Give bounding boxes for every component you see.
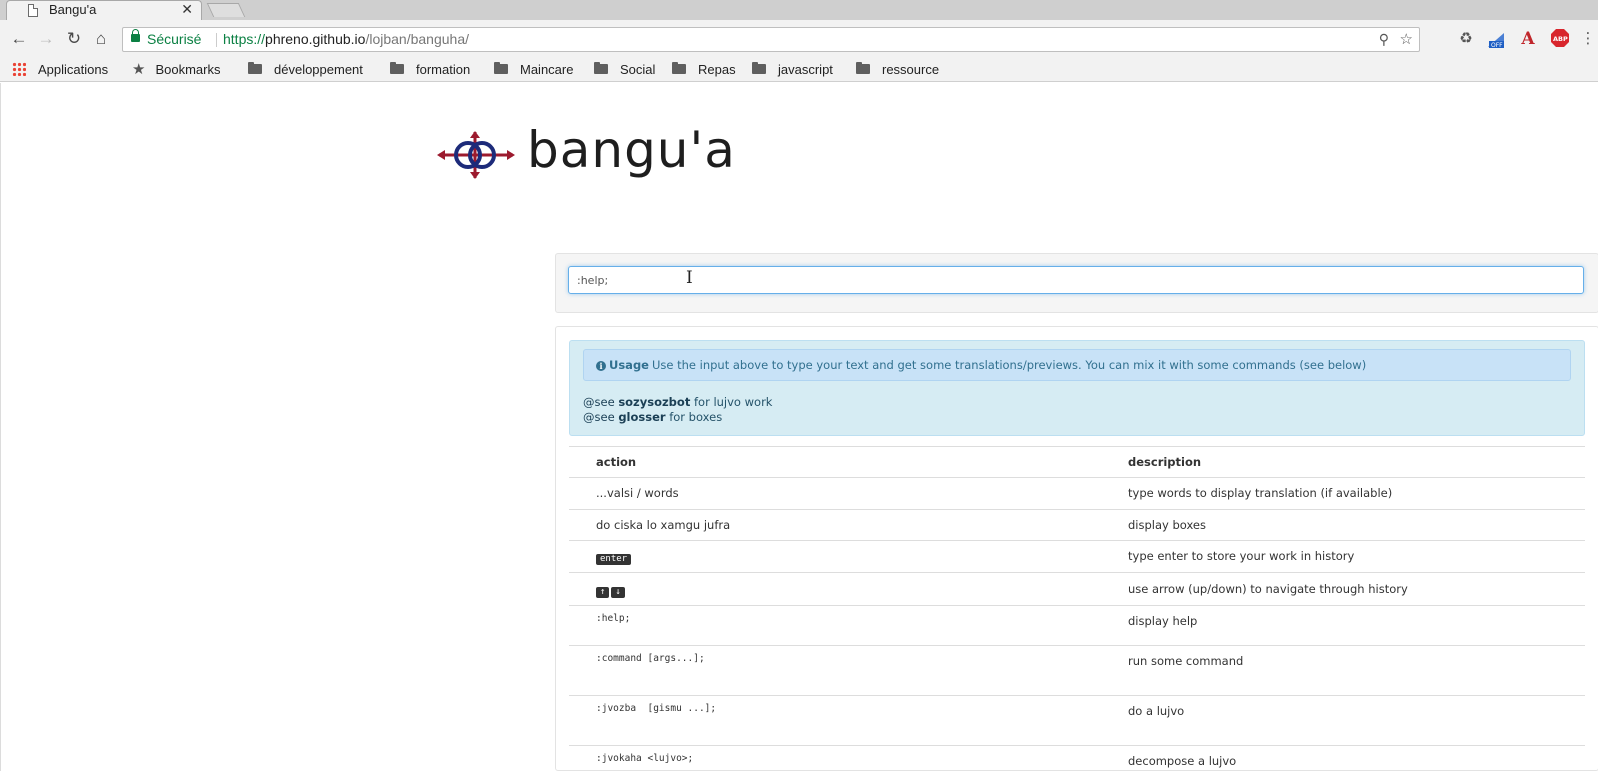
folder-icon (594, 62, 608, 74)
home-icon[interactable]: ⌂ (91, 29, 111, 49)
table-row: :jvozba [gismu ...]; do a lujvo (569, 695, 1585, 746)
info-circle-icon: i (596, 361, 606, 371)
arrow-up-key: ↑ (596, 587, 610, 598)
apps-grid-icon (12, 62, 26, 76)
bookmark-folder-developpement[interactable]: développement (248, 60, 363, 80)
table-row: ↑ ↓ use arrow (up/down) to navigate throu… (569, 572, 1585, 606)
command-input[interactable] (568, 266, 1584, 294)
usage-alert: i Usage Use the input above to type your t… (583, 349, 1571, 381)
tab-title: Bangu'a (49, 2, 97, 17)
usage-text: Use the input above to type your text an… (651, 358, 1367, 372)
description-cell: use arrow (up/down) to navigate through … (1128, 572, 1585, 606)
bookmark-folder-maincare[interactable]: Maincare (494, 60, 573, 80)
folder-icon (672, 62, 686, 74)
action-cell: :command [args...]; (569, 645, 1128, 696)
action-cell: do ciska lo xamgu jufra (569, 509, 1128, 541)
table-row: :jvokaha <lujvo>; decompose a lujvo (569, 745, 1585, 771)
tab-close-icon[interactable]: ✕ (181, 1, 193, 18)
table-header-row: action description (569, 446, 1585, 478)
enter-key: enter (596, 554, 632, 565)
adblock-extension-icon[interactable]: ABP (1550, 29, 1570, 49)
table-row: :command [args...]; run some command (569, 645, 1585, 696)
see-line: @see glosser for boxes (583, 410, 723, 424)
address-bar[interactable]: Sécurisé https://phreno.github.io/lojban… (122, 27, 1420, 52)
banguha-logo-icon (437, 131, 515, 179)
glosser-link[interactable]: glosser (618, 410, 665, 424)
folder-icon (390, 62, 404, 74)
acrobat-extension-icon[interactable]: A (1518, 29, 1538, 49)
table-row: enter type enter to store your work in h… (569, 540, 1585, 573)
bookmark-bookmarks[interactable]: ★ Bookmarks (132, 60, 220, 80)
new-tab-button[interactable] (206, 3, 246, 17)
action-cell: :jvokaha <lujvo>; (569, 745, 1128, 771)
browser-toolbar: ← → ↻ ⌂ Sécurisé https://phreno.github.i… (0, 20, 1598, 58)
bookmark-apps[interactable]: Applications (12, 60, 108, 80)
secure-label: Sécurisé (147, 31, 202, 47)
text-cursor-icon: I (686, 268, 693, 288)
bookmarks-bar: Applications ★ Bookmarks développement fo… (0, 58, 1598, 82)
bookmark-star-icon[interactable]: ☆ (1400, 28, 1413, 51)
usage-label: Usage (609, 358, 649, 372)
column-header-action: action (569, 446, 1128, 478)
description-cell: type enter to store your work in history (1128, 540, 1585, 573)
help-panel: i Usage Use the input above to type your t… (555, 326, 1598, 771)
description-cell: run some command (1128, 645, 1585, 696)
recycle-extension-icon[interactable]: ♻ (1456, 29, 1476, 49)
action-cell: ↑ ↓ (569, 572, 1128, 606)
description-cell: display help (1128, 605, 1585, 646)
bookmark-folder-javascript[interactable]: javascript (752, 60, 833, 80)
bookmark-folder-ressource[interactable]: ressource (856, 60, 939, 80)
folder-icon (248, 62, 262, 74)
back-arrow-icon[interactable]: ← (9, 29, 29, 49)
menu-kebab-icon[interactable]: ⋮ (1578, 29, 1598, 49)
off-extension-icon[interactable]: OFF (1486, 29, 1506, 49)
reload-icon[interactable]: ↻ (64, 29, 84, 49)
page-icon (28, 4, 38, 17)
bookmark-folder-formation[interactable]: formation (390, 60, 470, 80)
svg-text:OFF: OFF (1491, 42, 1503, 49)
info-box: i Usage Use the input above to type your t… (569, 340, 1585, 436)
see-line: @see sozysozbot for lujvo work (583, 395, 773, 409)
zoom-icon[interactable]: ⚲ (1379, 28, 1389, 51)
column-header-description: description (1128, 446, 1585, 478)
action-cell: :help; (569, 605, 1128, 646)
bookmark-folder-repas[interactable]: Repas (672, 60, 736, 80)
url-text[interactable]: https://phreno.github.io/lojban/banguha/ (223, 28, 469, 51)
description-cell: do a lujvo (1128, 695, 1585, 746)
description-cell: type words to display translation (if av… (1128, 477, 1585, 510)
action-cell: enter (569, 540, 1128, 573)
table-row: ...valsi / words type words to display t… (569, 477, 1585, 510)
svg-text:ABP: ABP (1553, 35, 1568, 43)
folder-icon (752, 62, 766, 74)
bookmark-folder-social[interactable]: Social (594, 60, 655, 80)
action-cell: ...valsi / words (569, 477, 1128, 510)
folder-icon (494, 62, 508, 74)
forward-arrow-icon[interactable]: → (36, 29, 56, 49)
sozysozbot-link[interactable]: sozysozbot (618, 395, 690, 409)
lock-icon (131, 29, 140, 42)
omnibox-separator (216, 33, 217, 47)
folder-icon (856, 62, 870, 74)
table-row: :help; display help (569, 605, 1585, 646)
browser-tab[interactable]: Bangu'a ✕ (6, 0, 202, 20)
action-cell: :jvozba [gismu ...]; (569, 695, 1128, 746)
star-icon: ★ (132, 61, 146, 78)
input-panel (555, 253, 1598, 313)
arrow-down-key: ↓ (611, 587, 625, 598)
description-cell: display boxes (1128, 509, 1585, 541)
help-table: action description ...valsi / words type… (569, 446, 1585, 771)
page-viewport: bangu'a I iUsageUse the input above to t… (0, 83, 1598, 771)
description-cell: decompose a lujvo (1128, 745, 1585, 771)
tab-strip: Bangu'a ✕ (0, 0, 1598, 20)
table-row: do ciska lo xamgu jufra display boxes (569, 509, 1585, 541)
brand-title: bangu'a (527, 121, 736, 179)
